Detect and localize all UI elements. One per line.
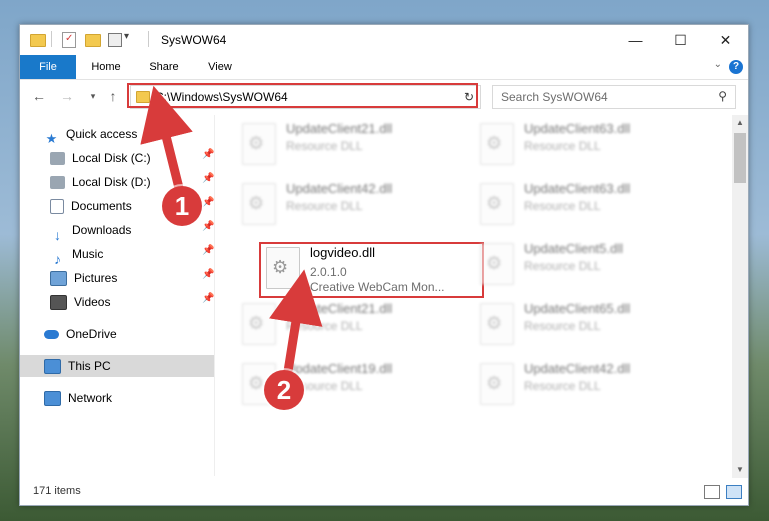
step-2-badge: 2 [264,370,304,410]
annotation-arrows [140,85,323,389]
step-1-badge: 1 [162,186,202,226]
